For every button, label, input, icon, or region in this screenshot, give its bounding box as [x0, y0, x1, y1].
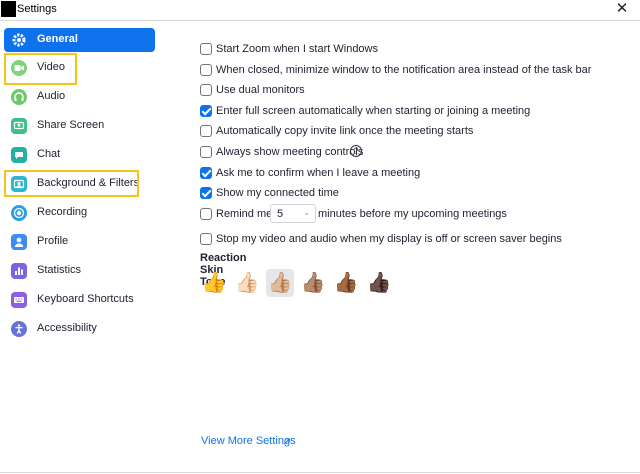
sidebar-item-share-screen[interactable]: Share Screen: [4, 114, 155, 138]
title-divider: [0, 20, 640, 21]
sidebar-item-label: Keyboard Shortcuts: [37, 293, 134, 305]
remind-minutes-select[interactable]: 5 ⌄: [270, 204, 316, 223]
option-label: Always show meeting controls: [216, 146, 364, 158]
option-label: Automatically copy invite link once the …: [216, 125, 474, 137]
share-screen-icon: [11, 118, 27, 134]
headphones-icon: [11, 89, 27, 105]
sidebar-item-label: General: [37, 33, 78, 45]
record-icon: [11, 205, 27, 221]
checkbox-checked[interactable]: [200, 167, 212, 179]
option-remind-me[interactable]: Remind me 5 ⌄ minutes before my upcoming…: [200, 204, 507, 223]
app-icon: [1, 1, 16, 17]
option-label: Stop my video and audio when my display …: [216, 233, 562, 245]
sidebar-item-statistics[interactable]: Statistics: [4, 259, 155, 283]
person-icon: [11, 234, 27, 250]
skin-tone-dark[interactable]: 👍🏿: [365, 269, 393, 297]
close-icon[interactable]: ✕: [614, 0, 630, 18]
gear-icon: [11, 32, 27, 48]
select-value: 5: [277, 208, 284, 220]
option-label: minutes before my upcoming meetings: [318, 208, 507, 220]
checkbox[interactable]: [200, 43, 212, 55]
sidebar-item-general[interactable]: General: [4, 28, 155, 52]
checkbox[interactable]: [200, 208, 212, 220]
skin-tone-light[interactable]: 👍🏻: [233, 269, 261, 297]
background-filters-highlight-box: [4, 170, 139, 197]
sidebar-item-chat[interactable]: Chat: [4, 143, 155, 167]
help-icon[interactable]: ?: [350, 145, 362, 157]
sidebar-item-label: Statistics: [37, 264, 82, 276]
sidebar-item-label: Recording: [37, 206, 88, 218]
bar-chart-icon: [11, 263, 27, 279]
checkbox[interactable]: [200, 146, 212, 158]
sidebar-item-keyboard-shortcuts[interactable]: Keyboard Shortcuts: [4, 288, 155, 312]
option-label: When closed, minimize window to the noti…: [216, 64, 592, 76]
sidebar-item-label: Audio: [37, 90, 66, 102]
chat-bubble-icon: [11, 147, 27, 163]
sidebar-item-audio[interactable]: Audio: [4, 85, 155, 109]
checkbox-checked[interactable]: [200, 105, 212, 117]
skin-tone-medium[interactable]: 👍🏽: [299, 269, 327, 297]
chevron-down-icon: ⌄: [303, 208, 310, 217]
skin-tone-default[interactable]: 👍: [200, 269, 228, 297]
accessibility-icon: [11, 321, 27, 337]
video-highlight-box: [4, 53, 77, 85]
external-link-icon[interactable]: ↗: [282, 435, 291, 448]
skin-tone-medium-light-selected[interactable]: 👍🏼: [266, 269, 294, 297]
sidebar-item-label: Profile: [37, 235, 69, 247]
sidebar-item-profile[interactable]: Profile: [4, 230, 155, 254]
checkbox[interactable]: [200, 233, 212, 245]
option-label: Ask me to confirm when I leave a meeting: [216, 167, 421, 179]
window-title: Settings: [17, 3, 57, 15]
checkbox-checked[interactable]: [200, 187, 212, 199]
option-label: Enter full screen automatically when sta…: [216, 105, 531, 117]
sidebar-item-label: Accessibility: [37, 322, 97, 334]
checkbox[interactable]: [200, 125, 212, 137]
checkbox[interactable]: [200, 64, 212, 76]
sidebar-item-label: Chat: [37, 148, 61, 160]
option-label: Start Zoom when I start Windows: [216, 43, 378, 55]
title-bar: Settings ✕: [0, 0, 640, 20]
sidebar-item-label: Share Screen: [37, 119, 105, 131]
keyboard-icon: [11, 292, 27, 308]
checkbox[interactable]: [200, 84, 212, 96]
bottom-border: [0, 472, 640, 473]
option-label: Show my connected time: [216, 187, 339, 199]
skin-tone-medium-dark[interactable]: 👍🏾: [332, 269, 360, 297]
sidebar-item-recording[interactable]: Recording: [4, 201, 155, 225]
option-label: Use dual monitors: [216, 84, 305, 96]
sidebar-item-accessibility[interactable]: Accessibility: [4, 317, 155, 341]
option-label: Remind me: [216, 208, 273, 220]
